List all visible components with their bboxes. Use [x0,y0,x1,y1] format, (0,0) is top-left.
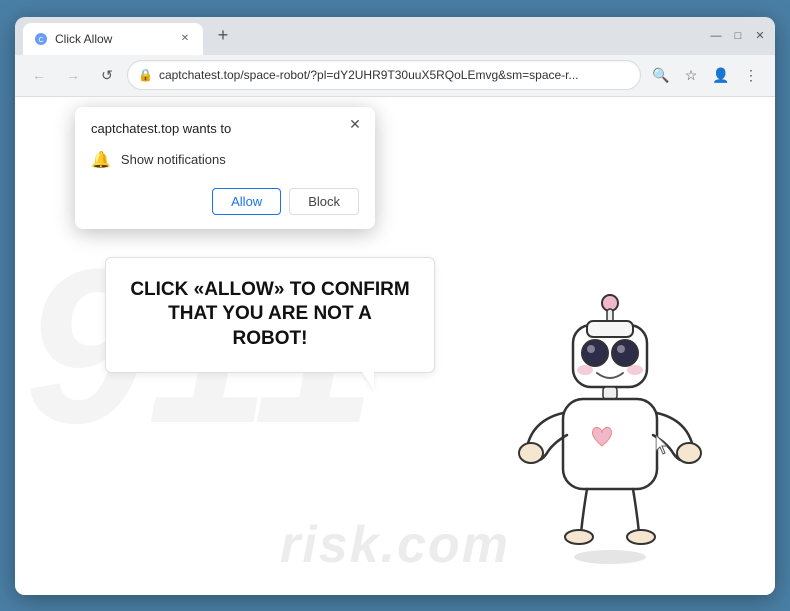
popup-permission-label: Show notifications [121,152,226,167]
search-icon-button[interactable]: 🔍 [647,61,675,89]
tab-close-button[interactable]: ✕ [177,31,193,47]
watermark-text: risk.com [280,515,510,575]
back-button[interactable]: ← [25,61,53,89]
menu-icon-button[interactable]: ⋮ [737,61,765,89]
bookmark-icon-button[interactable]: ☆ [677,61,705,89]
popup-title: captchatest.top wants to [91,121,359,136]
tab-favicon: C [33,31,49,47]
refresh-button[interactable]: ↺ [93,61,121,89]
page-content: 911 risk.com ✕ captchatest.top wants to … [15,97,775,595]
popup-actions: Allow Block [91,188,359,215]
bell-icon: 🔔 [91,150,111,170]
title-bar: C Click Allow ✕ + — □ ✕ [15,17,775,55]
popup-permission-row: 🔔 Show notifications [91,146,359,174]
browser-window: C Click Allow ✕ + — □ ✕ ← → [15,17,775,595]
permission-popup: ✕ captchatest.top wants to 🔔 Show notifi… [75,107,375,229]
close-window-button[interactable]: ✕ [753,29,767,43]
svg-text:C: C [38,37,43,44]
message-box: CLICK «ALLOW» TO CONFIRM THAT YOU ARE NO… [105,257,435,373]
forward-button[interactable]: → [59,61,87,89]
navigation-bar: ← → ↺ 🔒 captchatest.top/space-robot/?pl=… [15,55,775,97]
block-button[interactable]: Block [289,188,359,215]
message-text: CLICK «ALLOW» TO CONFIRM THAT YOU ARE NO… [130,278,410,352]
url-text: captchatest.top/space-robot/?pl=dY2UHR9T… [159,68,630,82]
robot-illustration [505,285,715,585]
nav-right-icons: 🔍 ☆ 👤 ⋮ [647,61,765,89]
minimize-button[interactable]: — [709,29,723,43]
lock-icon: 🔒 [138,68,153,82]
address-bar[interactable]: 🔒 captchatest.top/space-robot/?pl=dY2UHR… [127,60,641,90]
profile-icon-button[interactable]: 👤 [707,61,735,89]
popup-close-button[interactable]: ✕ [345,115,365,135]
allow-button[interactable]: Allow [212,188,281,215]
new-tab-button[interactable]: + [209,22,237,50]
window-controls: — □ ✕ [709,29,767,43]
tab-title: Click Allow [55,32,112,46]
maximize-button[interactable]: □ [731,29,745,43]
browser-tab[interactable]: C Click Allow ✕ [23,23,203,55]
